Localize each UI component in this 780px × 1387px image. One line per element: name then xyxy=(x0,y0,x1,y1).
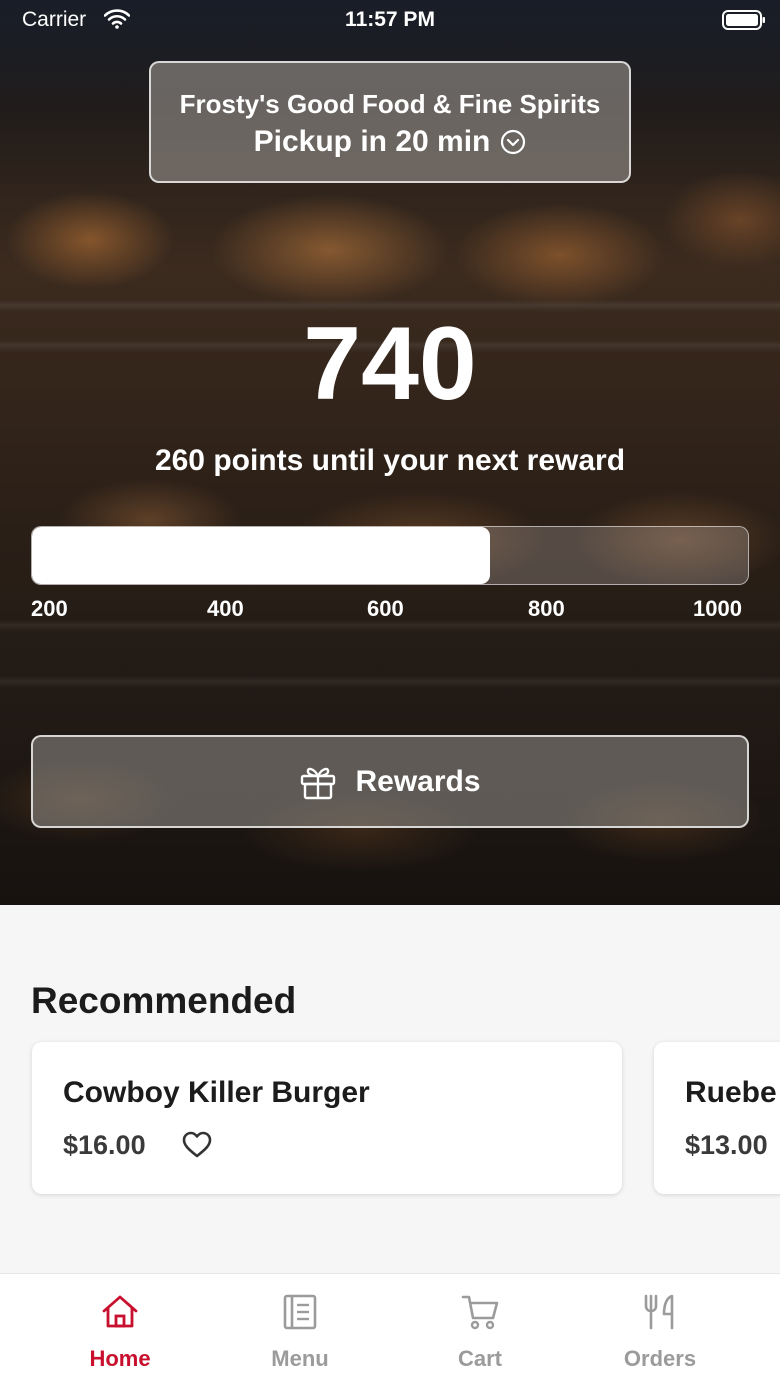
heart-icon[interactable] xyxy=(182,1131,212,1159)
bottom-tab-bar: Home Menu Cart Orders xyxy=(0,1273,780,1387)
rewards-hero: Carrier 11:57 PM Frosty's Good Food & Fi… xyxy=(0,0,780,905)
tab-label: Cart xyxy=(457,1346,502,1371)
points-balance: 740 xyxy=(303,306,477,422)
tab-orders[interactable]: Orders xyxy=(570,1274,750,1387)
status-bar: Carrier 11:57 PM xyxy=(0,0,780,40)
item-name: Ruebe xyxy=(685,1076,777,1109)
rewards-button[interactable]: Rewards xyxy=(31,735,749,828)
orders-icon xyxy=(644,1294,674,1330)
tab-label: Orders xyxy=(623,1346,697,1371)
pickup-location-selector[interactable]: Frosty's Good Food & Fine Spirits Pickup… xyxy=(149,61,631,183)
tab-label: Menu xyxy=(271,1346,329,1371)
cart-icon xyxy=(461,1295,499,1330)
battery-icon xyxy=(722,10,765,30)
progress-tick-label: 400 xyxy=(207,596,244,621)
restaurant-name: Frosty's Good Food & Fine Spirits xyxy=(179,89,601,119)
recommended-item-card[interactable]: Cowboy Killer Burger $16.00 xyxy=(32,1042,622,1194)
pickup-time-row: Pickup in 20 min xyxy=(151,125,629,159)
rewards-progress-bar xyxy=(31,526,749,585)
gift-icon xyxy=(301,767,336,799)
pickup-time: Pickup in 20 min xyxy=(253,125,491,158)
progress-tick-label: 200 xyxy=(31,596,68,621)
tab-home[interactable]: Home xyxy=(30,1274,210,1387)
item-name: Cowboy Killer Burger xyxy=(63,1076,370,1109)
tab-label: Home xyxy=(89,1346,151,1371)
points-until-reward: 260 points until your next reward xyxy=(154,444,626,477)
progress-tick-label: 1000 xyxy=(693,596,742,621)
progress-tick-label: 800 xyxy=(528,596,565,621)
tab-menu[interactable]: Menu xyxy=(210,1274,390,1387)
item-price: $16.00 xyxy=(63,1130,146,1160)
recommended-item-card[interactable]: Ruebe $13.00 xyxy=(654,1042,780,1194)
home-icon xyxy=(102,1295,138,1328)
progress-tick-label: 600 xyxy=(367,596,404,621)
status-time: 11:57 PM xyxy=(345,8,435,31)
rewards-progress-fill xyxy=(32,527,491,584)
chevron-down-circle-icon xyxy=(501,129,526,155)
recommended-heading: Recommended xyxy=(31,980,297,1021)
tab-cart[interactable]: Cart xyxy=(390,1274,570,1387)
menu-icon xyxy=(283,1294,317,1330)
item-price: $13.00 xyxy=(685,1130,768,1160)
rewards-button-label: Rewards xyxy=(355,764,481,798)
